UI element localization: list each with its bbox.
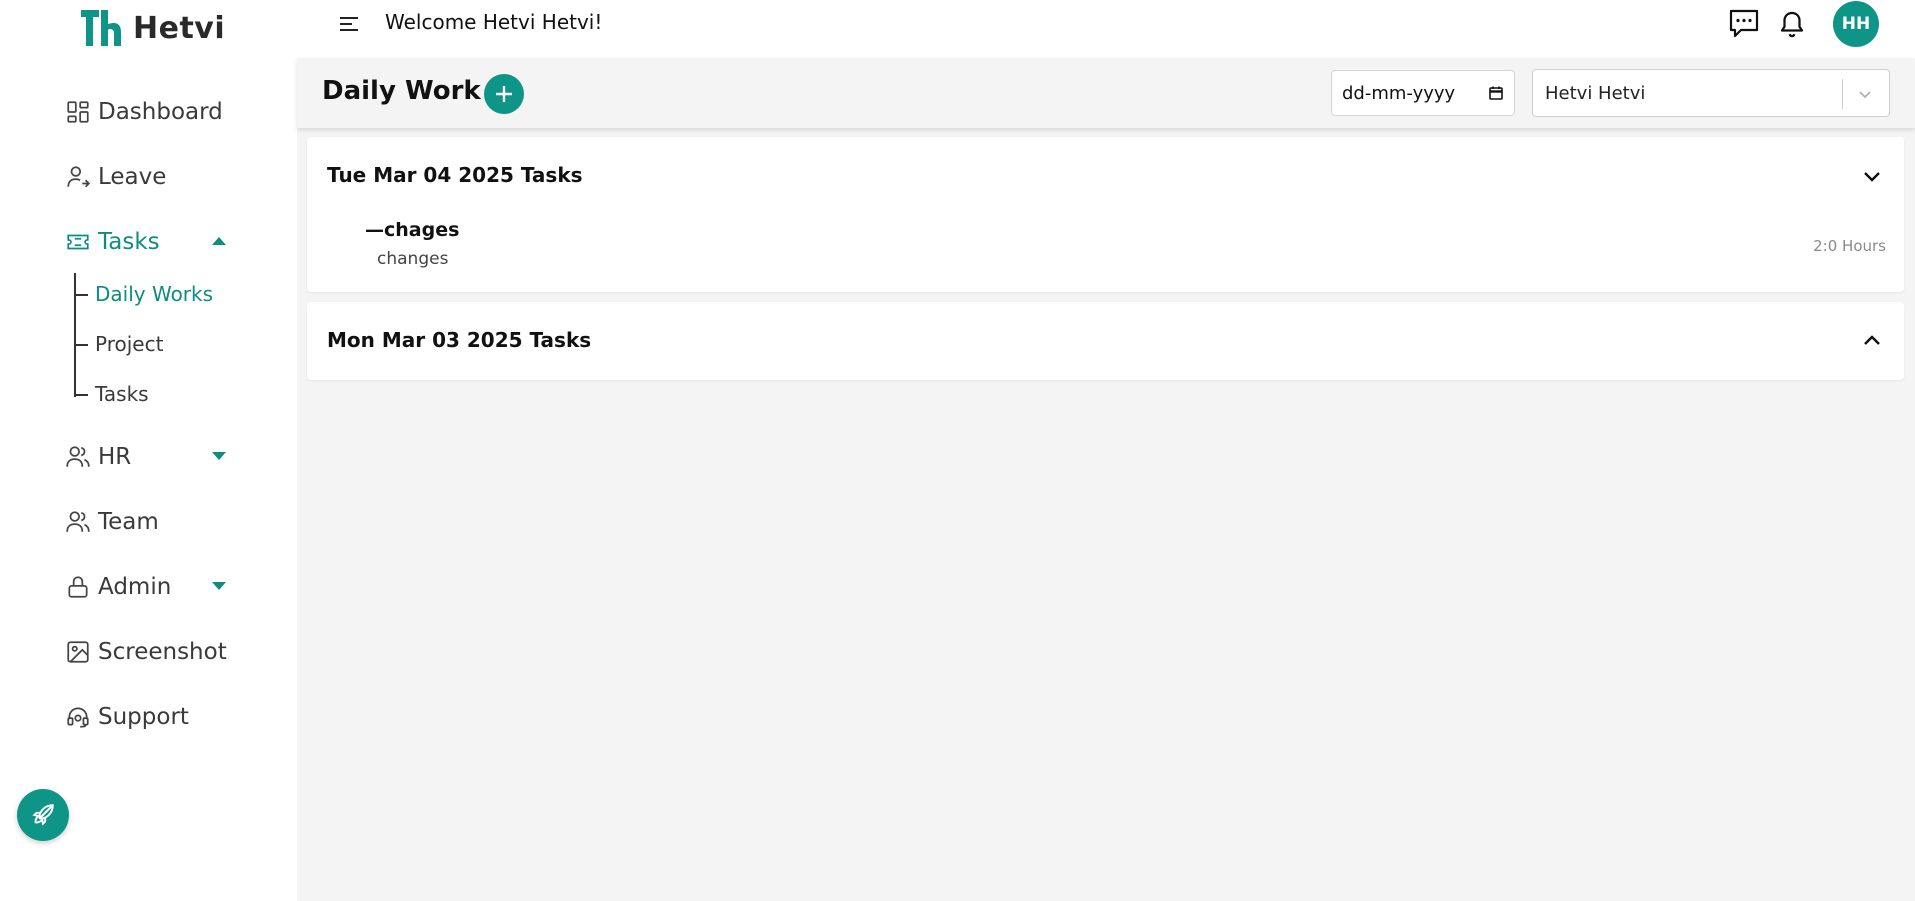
ticket-icon [64,228,92,256]
sidebar-item-label: Screenshot [98,639,227,665]
users-icon [64,443,92,471]
page-header: Daily Work dd-mm-yyyy Hetvi Hetvi [297,58,1915,128]
rocket-icon [32,804,54,826]
user-select[interactable]: Hetvi Hetvi [1532,69,1890,117]
sidebar-item-label: Dashboard [98,99,223,125]
submenu-item-daily-works[interactable]: Daily Works [74,269,264,319]
sidebar-item-tasks[interactable]: Tasks [64,222,264,262]
chevron-down-icon[interactable] [1860,164,1884,188]
sidebar-item-label: HR [98,444,132,470]
lock-icon [64,573,92,601]
users-icon [64,508,92,536]
main-content: Daily Work dd-mm-yyyy Hetvi Hetvi Tue Ma… [297,58,1915,901]
sidebar-item-leave[interactable]: Leave [64,157,264,197]
date-filter-input[interactable]: dd-mm-yyyy [1331,70,1515,116]
plus-icon [496,86,512,102]
sidebar-item-dashboard[interactable]: Dashboard [64,92,264,132]
bell-icon[interactable] [1777,8,1807,38]
image-icon [64,638,92,666]
hamburger-menu-icon[interactable] [337,12,361,36]
caret-down-icon[interactable] [212,582,226,590]
sidebar-item-label: Admin [98,574,172,600]
sidebar-item-label: Support [98,704,189,730]
task-day-title[interactable]: Tue Mar 04 2025 Tasks [327,163,583,187]
page-title: Daily Work [322,76,481,106]
submenu-item-project[interactable]: Project [74,319,264,369]
task-day-card: Mon Mar 03 2025 Tasks [307,302,1904,380]
headset-icon [64,703,92,731]
sidebar-item-label: Leave [98,164,167,190]
selected-user: Hetvi Hetvi [1545,82,1646,104]
user-arrow-icon [64,163,92,191]
calendar-icon[interactable] [1488,85,1504,101]
app-logo[interactable]: Hetvi [79,6,225,50]
task-hours: 2:0 Hours [1813,237,1886,255]
tasks-submenu: Daily Works Project Tasks [74,269,264,419]
rocket-button[interactable] [17,789,69,841]
task-description: changes [377,249,449,269]
sidebar-item-hr[interactable]: HR [64,437,264,477]
sidebar-item-support[interactable]: Support [64,697,264,737]
task-day-card: Tue Mar 04 2025 Tasks —chages changes 2:… [307,137,1904,292]
welcome-message: Welcome Hetvi Hetvi! [385,10,603,34]
dashboard-icon [64,98,92,126]
sidebar-item-label: Tasks [98,229,160,255]
sidebar-item-team[interactable]: Team [64,502,264,542]
sidebar: Hetvi Dashboard Leave Tasks Daily Works … [0,0,297,901]
chat-icon[interactable] [1727,6,1761,40]
top-bar: Welcome Hetvi Hetvi! HH [297,0,1915,58]
caret-up-icon[interactable] [212,237,226,245]
task-name: —chages [365,219,460,241]
app-name: Hetvi [133,10,226,46]
chevron-down-icon[interactable] [1855,84,1875,104]
sidebar-nav: Dashboard Leave Tasks Daily Works Projec… [64,92,264,762]
date-placeholder: dd-mm-yyyy [1342,82,1456,104]
sidebar-item-label: Team [98,509,159,535]
sidebar-item-admin[interactable]: Admin [64,567,264,607]
add-daily-work-button[interactable] [484,74,524,114]
caret-down-icon[interactable] [212,452,226,460]
sidebar-item-screenshot[interactable]: Screenshot [64,632,264,672]
logo-icon [81,10,121,46]
avatar[interactable]: HH [1833,1,1879,47]
select-separator [1842,79,1843,109]
chevron-up-icon[interactable] [1860,329,1884,353]
task-day-title[interactable]: Mon Mar 03 2025 Tasks [327,328,591,352]
submenu-item-tasks[interactable]: Tasks [74,369,264,419]
